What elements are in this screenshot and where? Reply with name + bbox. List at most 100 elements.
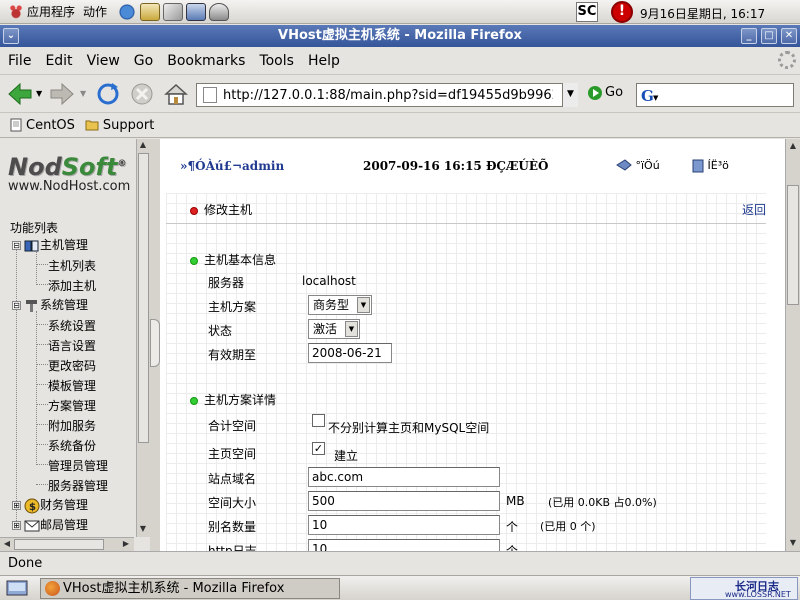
- tree-item-server-mgmt[interactable]: 服务器管理: [48, 477, 108, 494]
- scroll-up-icon[interactable]: ▲: [787, 140, 799, 152]
- menu-go[interactable]: Go: [134, 53, 153, 69]
- tree-node-finance-mgmt[interactable]: ⊞ $ 财务管理: [12, 496, 88, 514]
- main-frame: »¶ÓÀú£¬admin 2007-09-16 16:15 ÐÇÆÚÈÕ °ïÖ…: [160, 139, 785, 551]
- section-title: 主机方案详情: [204, 393, 277, 407]
- back-history-icon[interactable]: ▼: [36, 89, 42, 98]
- collapse-icon[interactable]: ⊟: [12, 301, 21, 310]
- tree-item-addon-service[interactable]: 附加服务: [48, 417, 96, 434]
- url-input[interactable]: [223, 87, 553, 103]
- alias-count-input[interactable]: 10: [308, 515, 500, 535]
- section-edit-host: 修改主机: [190, 201, 252, 218]
- menu-bookmarks[interactable]: Bookmarks: [167, 53, 245, 69]
- reload-button[interactable]: [94, 81, 122, 107]
- space-size-input[interactable]: 500: [308, 491, 500, 511]
- go-label: Go: [605, 85, 624, 100]
- expand-icon[interactable]: ⊞: [12, 501, 21, 510]
- close-button[interactable]: ✕: [781, 28, 797, 44]
- menu-file[interactable]: File: [8, 53, 31, 69]
- scroll-up-icon[interactable]: ▲: [137, 139, 149, 151]
- status-select[interactable]: 激活 ▼: [308, 319, 360, 339]
- input-method-indicator[interactable]: SC: [576, 2, 598, 22]
- sidebar-hscroll-thumb[interactable]: [14, 539, 104, 550]
- taskbar-firefox-window[interactable]: VHost虚拟主机系统 - Mozilla Firefox: [40, 578, 340, 599]
- http-log-input[interactable]: 10: [308, 539, 500, 551]
- expand-icon[interactable]: ⊞: [12, 521, 21, 530]
- logout-link[interactable]: ÍË³ö: [692, 159, 729, 173]
- minimize-button[interactable]: _: [741, 28, 757, 44]
- page-icon: [203, 87, 217, 103]
- sidebar-vertical-scrollbar[interactable]: ▲ ▼: [136, 139, 150, 537]
- tree-item-host-list[interactable]: 主机列表: [48, 257, 96, 274]
- sidebar-toggle-handle[interactable]: [150, 319, 160, 367]
- editor-launcher-icon[interactable]: [163, 2, 184, 21]
- tree-item-admin-mgmt[interactable]: 管理员管理: [48, 457, 108, 474]
- bookmark-centos[interactable]: CentOS: [10, 118, 75, 133]
- maximize-button[interactable]: □: [761, 28, 777, 44]
- mail-launcher-icon[interactable]: [140, 2, 161, 21]
- sidebar-scroll-thumb[interactable]: [138, 153, 149, 443]
- navigation-toolbar: ▼ ▼ ▼ Go G ▼: [0, 74, 800, 112]
- menu-tools[interactable]: Tools: [259, 53, 294, 69]
- scroll-left-icon[interactable]: ◀: [1, 538, 13, 550]
- bookmark-page-icon: [10, 118, 22, 132]
- collapse-icon[interactable]: ⊟: [12, 241, 21, 250]
- alias-count-label: 别名数量: [208, 520, 257, 534]
- expiry-date-input[interactable]: 2008-06-21: [308, 343, 392, 363]
- search-engine-icon[interactable]: G: [641, 87, 654, 105]
- back-link[interactable]: 返回: [742, 201, 766, 218]
- watermark-badge: 长河日志 www.LOSSR.NET: [690, 577, 798, 600]
- forward-history-icon[interactable]: ▼: [80, 89, 86, 98]
- main-scroll-thumb[interactable]: [787, 185, 799, 305]
- bookmark-support[interactable]: Support: [85, 118, 154, 133]
- server-label: 服务器: [208, 276, 245, 290]
- tree-item-plan-mgmt[interactable]: 方案管理: [48, 397, 96, 414]
- window-menu-button[interactable]: ⌄: [3, 28, 19, 44]
- help-link[interactable]: °ïÖú: [616, 159, 660, 173]
- tree-node-host-mgmt[interactable]: ⊟ 主机管理: [12, 236, 88, 253]
- scroll-down-icon[interactable]: ▼: [137, 523, 149, 535]
- menu-view[interactable]: View: [87, 53, 120, 69]
- tree-item-lang-settings[interactable]: 语言设置: [48, 337, 96, 354]
- site-domain-input[interactable]: abc.com: [308, 467, 500, 487]
- chevron-down-icon[interactable]: ▼: [357, 297, 370, 313]
- frame-divider[interactable]: [150, 139, 160, 551]
- total-space-checkbox[interactable]: [312, 414, 325, 427]
- scroll-right-icon[interactable]: ▶: [120, 538, 132, 550]
- tree-item-sys-backup[interactable]: 系统备份: [48, 437, 96, 454]
- show-desktop-icon[interactable]: [6, 579, 28, 597]
- space-size-label: 空间大小: [208, 496, 257, 510]
- panel-clock[interactable]: 9月16日星期日, 16:17: [640, 5, 765, 22]
- main-vertical-scrollbar[interactable]: ▲ ▼: [785, 139, 800, 551]
- throbber-icon: [778, 51, 796, 69]
- menu-edit[interactable]: Edit: [45, 53, 72, 69]
- url-history-dropdown[interactable]: ▼: [562, 83, 578, 107]
- search-box[interactable]: G ▼: [636, 83, 794, 107]
- tree-item-template-mgmt[interactable]: 模板管理: [48, 377, 96, 394]
- browser-launcher-icon[interactable]: [117, 2, 138, 21]
- actions-menu[interactable]: 动作: [83, 3, 107, 20]
- window-titlebar[interactable]: ⌄ VHost虚拟主机系统 - Mozilla Firefox _ □ ✕: [0, 25, 800, 47]
- go-button[interactable]: Go: [588, 85, 623, 100]
- home-button[interactable]: [162, 81, 190, 107]
- expiry-label: 有效期至: [208, 348, 257, 362]
- scroll-down-icon[interactable]: ▼: [787, 537, 799, 549]
- tree-item-change-pwd[interactable]: 更改密码: [48, 357, 96, 374]
- homepage-space-checkbox[interactable]: ✓: [312, 442, 325, 455]
- chevron-down-icon[interactable]: ▼: [345, 321, 358, 337]
- applications-menu[interactable]: 应用程序: [8, 3, 75, 21]
- update-alert-icon[interactable]: !: [611, 1, 633, 23]
- stop-button[interactable]: [128, 81, 156, 107]
- tree-item-sys-settings[interactable]: 系统设置: [48, 317, 96, 334]
- menu-help[interactable]: Help: [308, 53, 340, 69]
- plan-select[interactable]: 商务型 ▼: [308, 295, 372, 315]
- presentation-launcher-icon[interactable]: [209, 2, 230, 21]
- sidebar-horizontal-scrollbar[interactable]: ◀ ▶: [0, 537, 134, 551]
- tree-item-add-host[interactable]: 添加主机: [48, 277, 96, 294]
- address-bar[interactable]: [196, 83, 578, 107]
- search-engine-dropdown-icon[interactable]: ▼: [653, 94, 658, 102]
- forward-button[interactable]: [48, 81, 76, 107]
- tree-node-mail-mgmt[interactable]: ⊞ 邮局管理: [12, 516, 88, 533]
- office-launcher-icon[interactable]: [186, 2, 207, 21]
- tree-node-sys-mgmt[interactable]: ⊟ 系统管理: [12, 296, 88, 313]
- back-button[interactable]: [6, 81, 34, 107]
